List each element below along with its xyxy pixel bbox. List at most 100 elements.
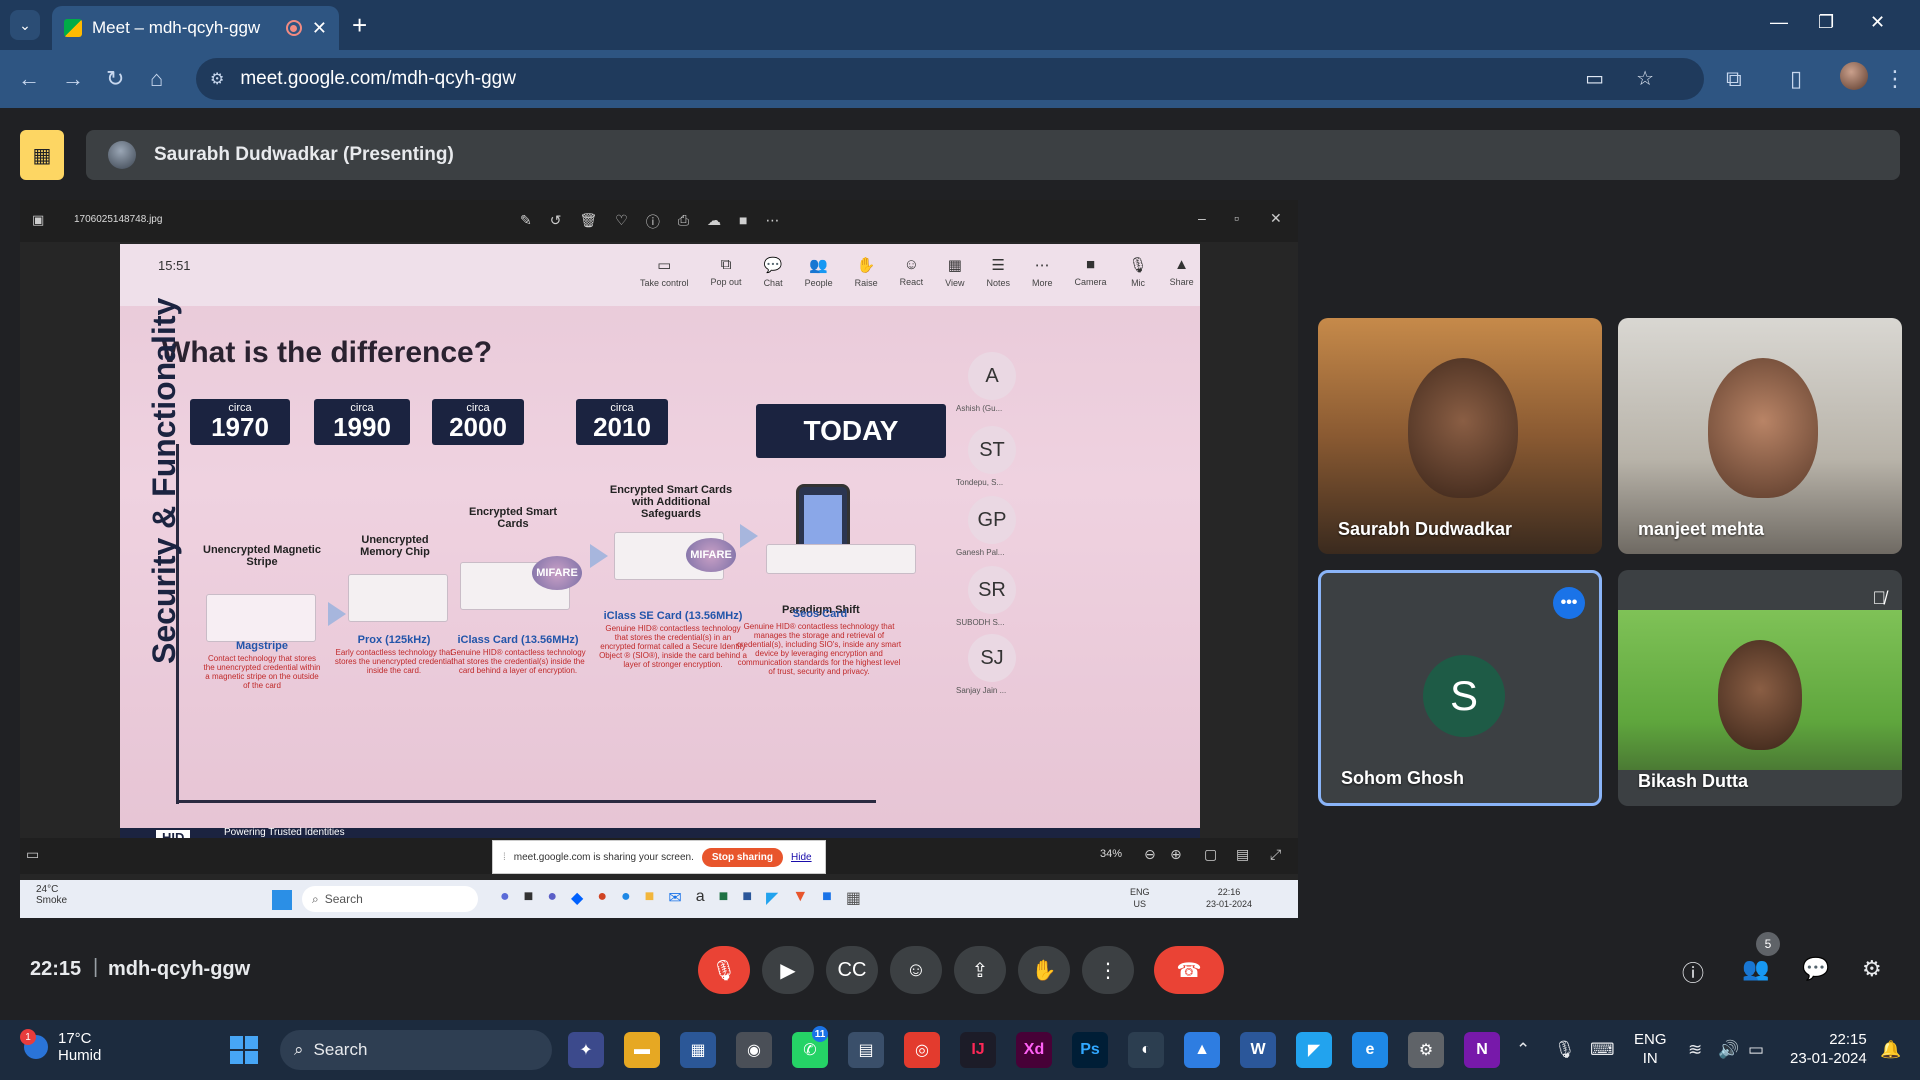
photoshop-icon[interactable]: Ps xyxy=(1072,1032,1108,1068)
show-hidden-icons-icon[interactable]: ⌃ xyxy=(1516,1040,1530,1060)
people-icon[interactable]: 👥 xyxy=(1742,956,1769,982)
era-2000: circa 2000 xyxy=(432,399,524,445)
file-explorer-icon[interactable]: ▬ xyxy=(624,1032,660,1068)
participant-tile[interactable]: 🎙̸ Bikash Dutta xyxy=(1618,570,1902,806)
participant-tile[interactable]: S ••• Sohom Ghosh xyxy=(1318,570,1602,806)
profile-avatar[interactable] xyxy=(1840,62,1868,90)
edge-icon[interactable]: e xyxy=(1352,1032,1388,1068)
settings-icon[interactable]: ⚙ xyxy=(1408,1032,1444,1068)
chat-icon[interactable]: 💬 xyxy=(1802,956,1829,982)
zoom-in-icon: ⊕ xyxy=(1170,846,1182,862)
url-text: meet.google.com/mdh-qcyh-ggw xyxy=(240,68,516,89)
shared-lang: ENG US xyxy=(1130,887,1150,909)
wifi-icon[interactable]: ≋ xyxy=(1688,1040,1702,1060)
volume-icon[interactable]: 🔊 xyxy=(1718,1040,1739,1060)
intellij-icon[interactable]: IJ xyxy=(960,1032,996,1068)
present-screen-button[interactable]: ⇪ xyxy=(954,946,1006,994)
leave-call-button[interactable]: ☎ xyxy=(1154,946,1224,994)
stage-head: Unencrypted Magnetic Stripe xyxy=(203,544,321,568)
tab-close-icon[interactable]: ✕ xyxy=(312,18,327,39)
present-icon: ⇪ xyxy=(971,959,989,982)
stage-desc: Contact technology that stores the unenc… xyxy=(203,654,321,690)
activities-icon[interactable]: ⚙ xyxy=(1862,956,1882,982)
store-icon[interactable]: ▦ xyxy=(680,1032,716,1068)
dropbox-icon: ◆ xyxy=(571,890,584,907)
keyboard-icon[interactable]: ⌨ xyxy=(1590,1040,1615,1060)
participant-tile[interactable]: Saurabh Dudwadkar xyxy=(1318,318,1602,554)
hide-link[interactable]: Hide xyxy=(791,852,812,863)
close-window-button[interactable]: ✕ xyxy=(1870,12,1885,33)
weather-widget[interactable]: 1 17°C Humid xyxy=(20,1029,101,1064)
browser-menu-icon[interactable]: ⋮ xyxy=(1884,64,1906,94)
chrome-icon[interactable]: ◎ xyxy=(904,1032,940,1068)
battery-icon[interactable]: ▭ xyxy=(1748,1040,1764,1060)
teams-tool-label: Chat xyxy=(763,278,783,288)
tab-search-button[interactable]: ⌄ xyxy=(10,10,40,40)
bookmark-star-icon[interactable]: ☆ xyxy=(1636,66,1654,91)
more-options-button[interactable]: ⋮ xyxy=(1082,946,1134,994)
minimize-button[interactable]: — xyxy=(1770,12,1788,33)
seos-card xyxy=(766,544,916,574)
teams-tool-label: Notes xyxy=(986,278,1011,288)
hid-tagline: Powering Trusted Identities xyxy=(224,827,345,838)
participant-name: Ashish (Gu... xyxy=(956,404,1003,413)
camera-icon[interactable]: ◉ xyxy=(736,1032,772,1068)
word-icon[interactable]: W xyxy=(1240,1032,1276,1068)
photo-participants: A Ashish (Gu... ST Tondepu, S... GP Gane… xyxy=(950,334,1190,848)
shared-taskbar: 24°C Smoke ⌕ Search ● ■ ● ◆ ● ● ■ ✉ a ■ … xyxy=(20,880,1298,918)
raise-hand-icon: ✋ xyxy=(856,257,876,274)
teams-tool-label: Mic xyxy=(1131,278,1146,288)
stop-sharing-button[interactable]: Stop sharing xyxy=(701,847,783,867)
extensions-icon[interactable]: ⧉ xyxy=(1726,64,1742,94)
presentation-toggle-icon[interactable]: ▦ xyxy=(20,130,64,180)
stage-foot: Magstripe xyxy=(236,640,288,652)
adobe-xd-icon[interactable]: Xd xyxy=(1016,1032,1052,1068)
microphone-icon[interactable]: 🎙 xyxy=(1554,1040,1576,1060)
shared-weather: 24°C Smoke xyxy=(36,884,68,906)
calculator-icon: ▦ xyxy=(845,890,861,907)
mic-toggle-button[interactable]: 🎙 xyxy=(698,946,750,994)
excel-icon: ■ xyxy=(718,888,729,905)
vscode-icon[interactable]: ◤ xyxy=(1296,1032,1332,1068)
new-tab-button[interactable]: + xyxy=(352,10,367,40)
slide-title: What is the difference? xyxy=(162,336,493,369)
onenote-icon[interactable]: N xyxy=(1464,1032,1500,1068)
app-icon[interactable]: ▲ xyxy=(1184,1032,1220,1068)
copilot-icon[interactable]: ✦ xyxy=(568,1032,604,1068)
start-button[interactable] xyxy=(230,1036,258,1064)
home-icon[interactable]: ⌂ xyxy=(150,64,163,94)
file-name: 1706025148748.jpg xyxy=(74,214,163,225)
more-options-icon[interactable]: ••• xyxy=(1553,587,1585,619)
emoji-icon: ☺ xyxy=(905,958,927,981)
reactions-button[interactable]: ☺ xyxy=(890,946,942,994)
participant-name: Ganesh Pal... xyxy=(956,548,1005,557)
calculator-icon[interactable]: ▤ xyxy=(848,1032,884,1068)
meeting-details-icon[interactable]: ⓘ xyxy=(1682,956,1704,988)
site-info-icon[interactable]: ⚙ xyxy=(210,69,224,89)
camera-in-use-icon[interactable]: ▭ xyxy=(1585,66,1604,91)
captions-button[interactable]: CC xyxy=(826,946,878,994)
people-icon: 👥 xyxy=(809,257,828,274)
input-language[interactable]: ENG IN xyxy=(1634,1030,1667,1068)
view-icon: ▦ xyxy=(947,257,962,274)
slide-photo: 15:51 ▭ Take control ⧉ Pop out 💬 Chat 👥 Peop… xyxy=(120,244,1200,848)
participant-tile[interactable]: manjeet mehta xyxy=(1618,318,1902,554)
presenter-avatar xyxy=(108,141,136,169)
share-icon: ▲ xyxy=(1174,256,1190,273)
taskbar-clock[interactable]: 22:15 23-01-2024 xyxy=(1790,1030,1867,1068)
raise-hand-button[interactable]: ✋ xyxy=(1018,946,1070,994)
mic-muted-icon: 🎙̸ xyxy=(1872,588,1887,608)
back-icon[interactable]: ← xyxy=(18,64,40,94)
taskbar-search[interactable]: ⌕ Search xyxy=(280,1030,552,1070)
filmstrip-icon: ▭ xyxy=(26,846,40,862)
notifications-icon[interactable]: 🔔 xyxy=(1880,1040,1901,1060)
restore-button[interactable]: ❐ xyxy=(1818,12,1834,33)
forward-icon[interactable]: → xyxy=(62,64,84,94)
whatsapp-icon[interactable]: ✆ 11 xyxy=(792,1026,828,1068)
tab-meet[interactable]: Meet – mdh-qcyh-ggw ✕ xyxy=(52,6,339,50)
side-panel-icon[interactable]: ▯ xyxy=(1790,64,1802,94)
address-bar[interactable]: ⚙ meet.google.com/mdh-qcyh-ggw ▭ ☆ xyxy=(196,58,1704,100)
camera-toggle-button[interactable]: ▶ xyxy=(762,946,814,994)
obs-icon[interactable]: ◐ xyxy=(1128,1032,1164,1068)
reload-icon[interactable]: ↻ xyxy=(106,64,124,94)
